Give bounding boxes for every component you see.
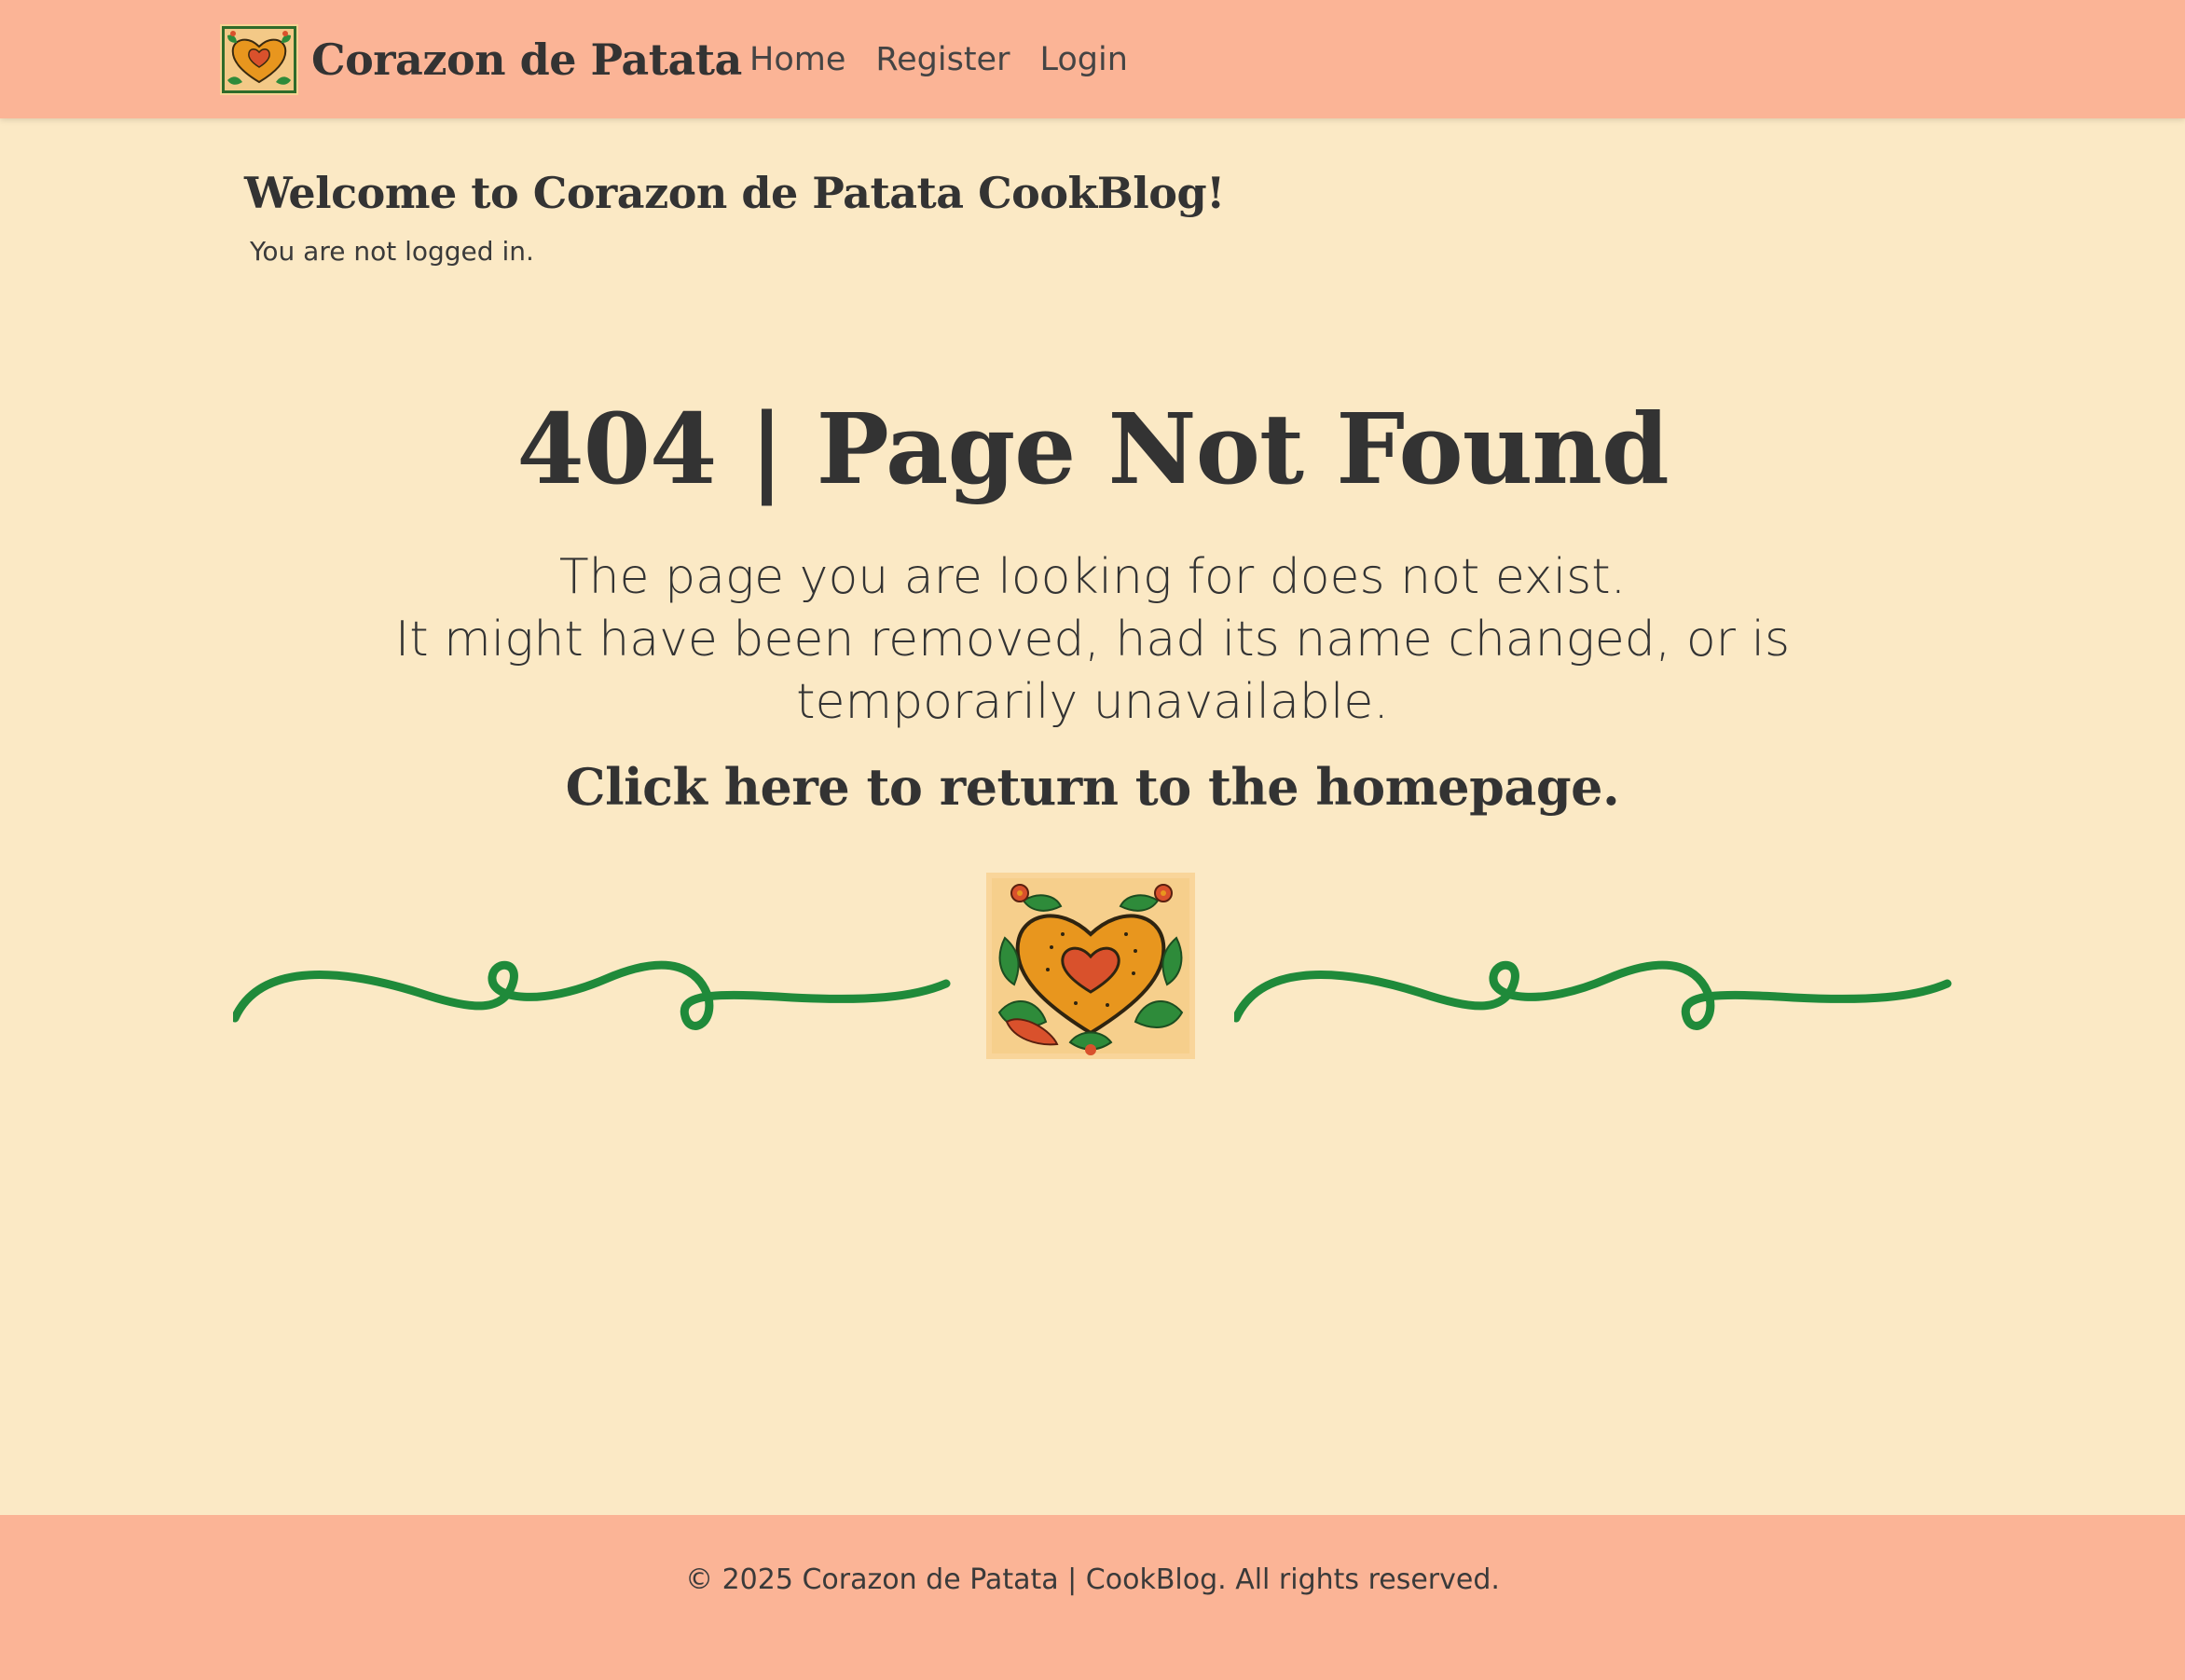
return-home-link[interactable]: Click here to return to the homepage. xyxy=(566,757,1620,817)
nav-link-home[interactable]: Home xyxy=(749,41,845,78)
welcome-heading: Welcome to Corazon de Patata CookBlog! xyxy=(244,168,1225,218)
footer-copyright: © 2025 Corazon de Patata | CookBlog. All… xyxy=(685,1563,1500,1596)
navbar: Corazon de Patata Home Register Login xyxy=(0,0,2185,118)
nav-links: Home Register Login xyxy=(749,34,1128,86)
brand-name: Corazon de Patata xyxy=(311,34,742,85)
footer: © 2025 Corazon de Patata | CookBlog. All… xyxy=(0,1515,2185,1680)
nav-link-login[interactable]: Login xyxy=(1039,41,1127,78)
ornament-divider xyxy=(233,867,1952,1063)
brand-link[interactable]: Corazon de Patata xyxy=(220,24,742,95)
error-message-line-1: The page you are looking for does not ex… xyxy=(558,549,1627,605)
error-message-line-2: It might have been removed, had its name… xyxy=(394,612,1791,730)
heart-emblem-icon xyxy=(986,873,1195,1059)
error-title: 404 | Page Not Found xyxy=(516,392,1669,506)
vine-left-icon xyxy=(233,960,951,1030)
login-status-text: You are not logged in. xyxy=(250,236,534,267)
error-message: The page you are looking for does not ex… xyxy=(336,546,1849,734)
nav-link-register[interactable]: Register xyxy=(875,41,1010,78)
heart-logo-icon xyxy=(220,24,298,95)
vine-right-icon xyxy=(1234,960,1952,1030)
home-link-wrapper: Click here to return to the homepage. xyxy=(0,757,2185,817)
